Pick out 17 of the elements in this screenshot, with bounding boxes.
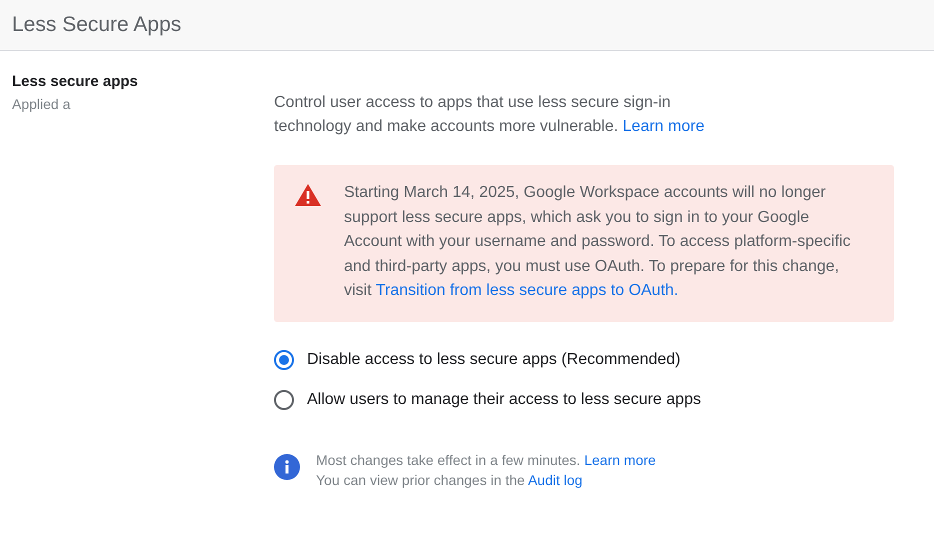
radio-button[interactable] <box>274 390 294 410</box>
radio-option[interactable]: Disable access to less secure apps (Recommended) <box>274 350 894 370</box>
transition-link[interactable]: Transition from less secure apps to OAuth. <box>376 282 678 299</box>
warning-text: Starting March 14, 2025, Google Workspace accounts will no longer support less secure apps, which ask you to sign in to your Google Account with your username and password. To access platform-specific and third-party apps, you must use OAuth. To prepare for this change, visit Transition from less secure apps to OAuth. <box>344 183 852 301</box>
page-title: Less Secure Apps <box>12 13 182 37</box>
info-icon <box>274 454 300 480</box>
section-title: Less secure apps <box>12 73 139 90</box>
radio-button[interactable] <box>274 350 294 370</box>
info-text: You can view prior changes in the Audit log <box>316 472 584 488</box>
section-subtitle: Applied a <box>12 96 72 112</box>
audit-log-link[interactable]: Audit log <box>528 472 582 488</box>
description-text: Control user access to apps that use less secure sign-in technology and make accounts more vulnerable. Learn more <box>274 93 706 137</box>
warning-icon <box>294 183 322 207</box>
learn-more-link[interactable]: Learn more <box>584 452 656 468</box>
radio-option[interactable]: Allow users to manage their access to less secure apps <box>274 390 894 410</box>
learn-more-link[interactable]: Learn more <box>622 118 704 135</box>
info-text: Most changes take effect in a few minutes. Learn more <box>316 452 656 468</box>
